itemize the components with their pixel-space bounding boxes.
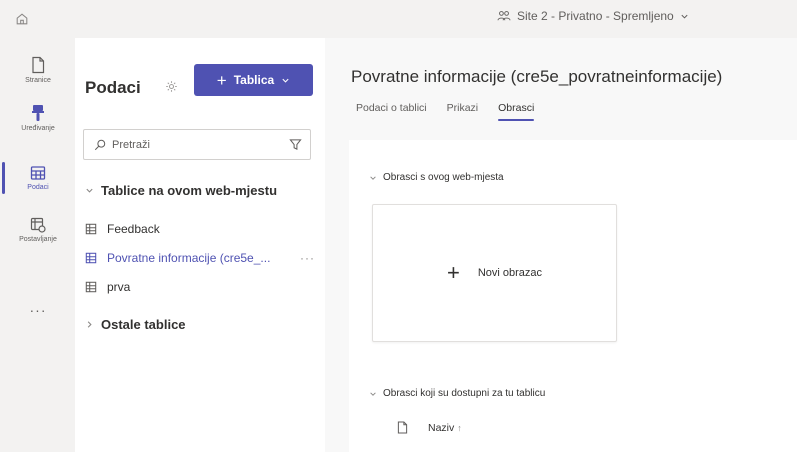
chevron-down-icon: [681, 14, 688, 19]
section-this-site-label: Tablice na ovom web-mjestu: [101, 183, 278, 198]
more-options-button[interactable]: ···: [300, 251, 315, 265]
section-other-tables[interactable]: Ostale tablice: [85, 317, 186, 332]
site-selector[interactable]: Site 2 - Privatno - Spremljeno: [497, 9, 689, 23]
settings-button[interactable]: [165, 80, 178, 98]
rail-label-pages: Stranice: [25, 77, 51, 84]
search-input[interactable]: [112, 138, 272, 151]
gear-icon: [166, 81, 177, 92]
search-box: [83, 129, 311, 160]
rail-label-styling: Uređivanje: [21, 125, 55, 132]
table-icon: [85, 223, 97, 235]
section-site-forms-label: Obrasci s ovog web-mjesta: [383, 172, 504, 183]
panel-title: Podaci: [85, 78, 141, 97]
section-site-forms[interactable]: Obrasci s ovog web-mjesta: [369, 172, 504, 183]
table-item-label: Povratne informacije (cre5e_...: [107, 250, 271, 265]
sort-ascending-icon: ↑: [457, 422, 462, 433]
table-icon: [85, 252, 97, 264]
chevron-down-icon: [282, 78, 289, 83]
site-label: Site 2 - Privatno - Spremljeno: [517, 9, 674, 23]
rail-item-styling[interactable]: Uređivanje: [2, 94, 74, 142]
home-button[interactable]: [4, 4, 40, 34]
rail-item-setup[interactable]: Postavljanje: [2, 206, 74, 254]
section-other-tables-label: Ostale tablice: [101, 317, 186, 332]
tab-views[interactable]: Prikazi: [447, 102, 479, 119]
chevron-down-icon: [369, 390, 377, 398]
table-item-povratne-informacije[interactable]: Povratne informacije (cre5e_... ···: [75, 245, 325, 270]
rail-more-button[interactable]: ···: [2, 302, 74, 318]
page-title: Povratne informacije (cre5e_povratneinfo…: [351, 67, 723, 86]
search-icon: [94, 139, 106, 151]
plus-icon: +: [216, 70, 227, 90]
column-name-label: Naziv: [428, 421, 455, 434]
column-name-header[interactable]: Naziv ↑: [428, 422, 462, 434]
new-form-tile[interactable]: + Novi obrazac: [372, 204, 617, 342]
home-icon: [16, 13, 28, 25]
rail-label-data: Podaci: [27, 184, 49, 191]
page-icon: [32, 56, 45, 74]
brush-icon: [32, 105, 44, 121]
tab-table-details[interactable]: Podaci o tablici: [356, 102, 427, 119]
new-table-label: Tablica: [233, 73, 275, 87]
filter-icon[interactable]: [289, 138, 302, 151]
new-table-button[interactable]: + Tablica: [194, 64, 313, 96]
forms-column-header: Naziv ↑: [397, 421, 462, 434]
chevron-right-icon: [85, 320, 94, 329]
rail-label-setup: Postavljanje: [19, 236, 57, 243]
table-icon: [30, 166, 46, 180]
main-area: Povratne informacije (cre5e_povratneinfo…: [325, 38, 797, 452]
chevron-down-icon: [85, 186, 94, 195]
table-icon: [85, 281, 97, 293]
document-icon: [397, 421, 408, 434]
section-available-forms[interactable]: Obrasci koji su dostupni za tu tablicu: [369, 388, 545, 399]
left-rail: Stranice Uređivanje Podaci Postavljanje …: [0, 38, 75, 452]
table-item-label: Feedback: [107, 221, 160, 236]
section-available-forms-label: Obrasci koji su dostupni za tu tablicu: [383, 388, 546, 399]
table-item-label: prva: [107, 279, 131, 294]
forms-card: Obrasci s ovog web-mjesta + Novi obrazac…: [349, 140, 797, 452]
setup-icon: [30, 217, 46, 233]
new-form-label: Novi obrazac: [477, 267, 543, 279]
rail-item-data[interactable]: Podaci: [2, 154, 74, 202]
section-this-site[interactable]: Tablice na ovom web-mjestu: [85, 183, 277, 198]
top-bar: Site 2 - Privatno - Spremljeno: [0, 0, 797, 38]
table-item-prva[interactable]: prva: [75, 274, 325, 299]
tab-forms[interactable]: Obrasci: [498, 102, 535, 121]
data-panel: Podaci + Tablica Tablice na ovom web-mje…: [75, 38, 325, 452]
table-item-feedback[interactable]: Feedback: [75, 216, 325, 241]
site-icon: [497, 11, 511, 21]
rail-item-pages[interactable]: Stranice: [2, 46, 74, 94]
tab-bar: Podaci o tablici Prikazi Obrasci: [356, 102, 535, 121]
chevron-down-icon: [369, 174, 377, 182]
plus-icon: +: [446, 260, 460, 285]
